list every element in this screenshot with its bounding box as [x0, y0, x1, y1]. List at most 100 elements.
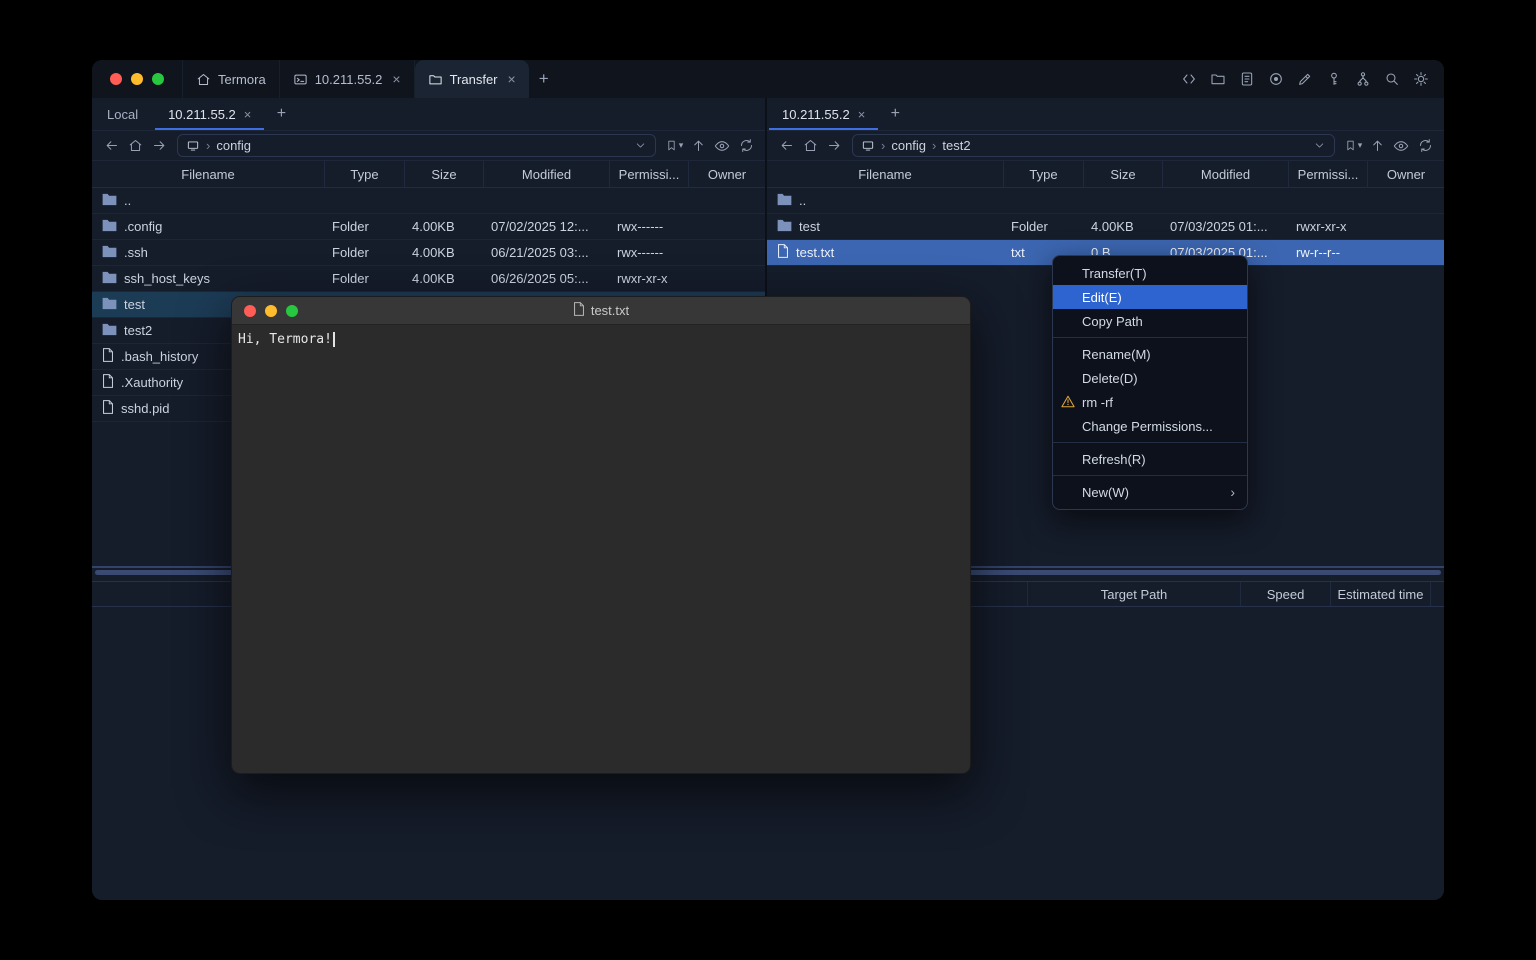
branch-icon[interactable]	[1351, 68, 1374, 91]
refresh-icon[interactable]	[735, 135, 757, 157]
menu-item-rename[interactable]: Rename(M)	[1053, 342, 1247, 366]
editor-titlebar[interactable]: test.txt	[232, 297, 970, 325]
minimize-window-button[interactable]	[131, 73, 143, 85]
menu-item-copy-path[interactable]: Copy Path	[1053, 309, 1247, 333]
settings-icon[interactable]	[1409, 68, 1432, 91]
permissions-cell: rw-r--r--	[1288, 240, 1367, 265]
file-row[interactable]: .ssh Folder 4.00KB 06/21/2025 03:... rwx…	[92, 240, 765, 266]
close-icon[interactable]: ×	[392, 72, 400, 86]
upload-icon[interactable]	[687, 135, 709, 157]
menu-item-change-permissions[interactable]: Change Permissions...	[1053, 414, 1247, 438]
file-row[interactable]: .config Folder 4.00KB 07/02/2025 12:... …	[92, 214, 765, 240]
back-icon[interactable]	[775, 135, 797, 157]
show-hidden-icon[interactable]	[1390, 135, 1412, 157]
column-header-type[interactable]: Type	[1003, 161, 1083, 187]
tab-termora[interactable]: Termora	[182, 60, 280, 98]
tab-label: 10.211.55.2	[168, 107, 236, 122]
tab-label: Termora	[218, 72, 266, 87]
code-icon[interactable]	[1177, 68, 1200, 91]
home-icon[interactable]	[124, 135, 146, 157]
record-icon[interactable]	[1264, 68, 1287, 91]
filename: test.txt	[796, 245, 834, 260]
column-header-owner[interactable]: Owner	[688, 161, 765, 187]
upload-icon[interactable]	[1366, 135, 1388, 157]
column-header-target-path[interactable]: Target Path	[1027, 582, 1240, 606]
new-panel-tab-button[interactable]: +	[266, 98, 296, 130]
tab-label: Transfer	[450, 72, 498, 87]
menu-item-edit[interactable]: Edit(E)	[1053, 285, 1247, 309]
forward-icon[interactable]	[823, 135, 845, 157]
folder-icon	[102, 271, 117, 287]
column-header-size[interactable]: Size	[404, 161, 483, 187]
column-header-filename[interactable]: Filename	[92, 161, 324, 187]
column-header-modified[interactable]: Modified	[1162, 161, 1288, 187]
tab-transfer[interactable]: Transfer ×	[415, 60, 529, 98]
modified-cell: 07/02/2025 12:...	[483, 214, 609, 239]
file-row[interactable]: ..	[767, 188, 1444, 214]
key-icon[interactable]	[1322, 68, 1345, 91]
folder-icon[interactable]	[1206, 68, 1229, 91]
editor-title-text: test.txt	[591, 303, 629, 318]
column-header-modified[interactable]: Modified	[483, 161, 609, 187]
refresh-icon[interactable]	[1414, 135, 1436, 157]
menu-item-new[interactable]: New(W) ›	[1053, 480, 1247, 504]
menu-item-rm-rf[interactable]: rm -rf	[1053, 390, 1247, 414]
tab-remote-host[interactable]: 10.211.55.2 ×	[153, 98, 266, 130]
file-row[interactable]: ssh_host_keys Folder 4.00KB 06/26/2025 0…	[92, 266, 765, 292]
app-tab-bar: Termora 10.211.55.2 × Transfer × +	[182, 60, 559, 98]
type-cell: Folder	[324, 214, 404, 239]
zoom-window-button[interactable]	[152, 73, 164, 85]
right-table-header: Filename Type Size Modified Permissi... …	[767, 161, 1444, 188]
path-field[interactable]: › config › test2	[852, 134, 1335, 157]
modified-cell: 07/03/2025 01:...	[1162, 214, 1288, 239]
text-cursor	[333, 332, 335, 347]
terminal-icon	[293, 72, 308, 87]
bookmark-button[interactable]: ▾	[663, 135, 685, 157]
close-window-button[interactable]	[110, 73, 122, 85]
column-header-size[interactable]: Size	[1083, 161, 1162, 187]
path-segment: config	[216, 138, 251, 153]
new-tab-button[interactable]: +	[529, 60, 559, 98]
column-header-permissions[interactable]: Permissi...	[609, 161, 688, 187]
column-header-permissions[interactable]: Permissi...	[1288, 161, 1367, 187]
minimize-window-button[interactable]	[265, 305, 277, 317]
file-row[interactable]: ..	[92, 188, 765, 214]
column-header-speed[interactable]: Speed	[1240, 582, 1330, 606]
filename: test	[799, 219, 820, 234]
bookmark-button[interactable]: ▾	[1342, 135, 1364, 157]
path-field[interactable]: › config	[177, 134, 656, 157]
close-icon[interactable]: ×	[858, 107, 866, 122]
type-cell: Folder	[1003, 214, 1083, 239]
folder-icon	[102, 219, 117, 235]
edit-icon[interactable]	[1293, 68, 1316, 91]
close-icon[interactable]: ×	[244, 107, 252, 122]
tab-local[interactable]: Local	[92, 98, 153, 130]
new-panel-tab-button[interactable]: +	[880, 98, 910, 130]
tab-remote-host[interactable]: 10.211.55.2 ×	[767, 98, 880, 130]
chevron-down-icon[interactable]	[1313, 139, 1326, 152]
column-header-owner[interactable]: Owner	[1367, 161, 1444, 187]
editor-text: Hi, Termora!	[238, 332, 332, 347]
menu-item-refresh[interactable]: Refresh(R)	[1053, 447, 1247, 471]
forward-icon[interactable]	[148, 135, 170, 157]
home-icon[interactable]	[799, 135, 821, 157]
filename: ..	[799, 193, 806, 208]
back-icon[interactable]	[100, 135, 122, 157]
owner-cell	[688, 214, 765, 239]
search-icon[interactable]	[1380, 68, 1403, 91]
zoom-window-button[interactable]	[286, 305, 298, 317]
column-header-estimated-time[interactable]: Estimated time	[1330, 582, 1430, 606]
warning-icon	[1061, 395, 1075, 408]
close-icon[interactable]: ×	[508, 72, 516, 86]
show-hidden-icon[interactable]	[711, 135, 733, 157]
column-header-type[interactable]: Type	[324, 161, 404, 187]
log-icon[interactable]	[1235, 68, 1258, 91]
editor-content[interactable]: Hi, Termora!	[232, 325, 970, 354]
menu-item-delete[interactable]: Delete(D)	[1053, 366, 1247, 390]
chevron-down-icon[interactable]	[634, 139, 647, 152]
file-row[interactable]: test Folder 4.00KB 07/03/2025 01:... rwx…	[767, 214, 1444, 240]
close-window-button[interactable]	[244, 305, 256, 317]
column-header-filename[interactable]: Filename	[767, 161, 1003, 187]
tab-host[interactable]: 10.211.55.2 ×	[280, 60, 415, 98]
menu-item-transfer[interactable]: Transfer(T)	[1053, 261, 1247, 285]
